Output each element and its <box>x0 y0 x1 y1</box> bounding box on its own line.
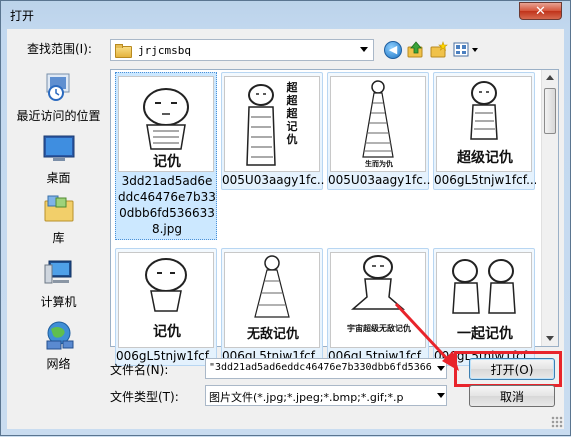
file-name: 005U03aagy1fc... <box>222 173 324 187</box>
thumbnail: 超级记仇 <box>436 76 532 172</box>
thumbnail: 超超超记仇 <box>224 76 320 172</box>
place-label: 库 <box>52 231 65 245</box>
thumbnail-caption: 记仇 <box>153 154 181 170</box>
place-label: 计算机 <box>40 295 77 309</box>
place-libraries[interactable]: 库 <box>7 193 110 246</box>
new-folder-icon[interactable] <box>430 41 448 59</box>
file-name: 006gL5tnjw1fcf... <box>434 173 536 187</box>
file-item[interactable]: 一起记仇 006gL5tnjw1fcf... <box>433 248 536 366</box>
look-in-combo[interactable]: jrjcmsbq <box>110 39 374 61</box>
place-network[interactable]: 网络 <box>7 319 110 372</box>
thumbnail: 记仇 <box>118 252 214 348</box>
file-item[interactable]: 超级记仇 006gL5tnjw1fcf... <box>433 72 536 190</box>
place-label: 网络 <box>46 357 71 371</box>
file-name: 3dd21ad5ad6eddc46476e7b330dbb6fd5366338.… <box>118 174 216 236</box>
chevron-down-icon[interactable] <box>437 393 445 398</box>
thumbnail-caption: 记仇 <box>153 324 181 340</box>
places-bar: 最近访问的位置 桌面 库 计算机 网络 <box>7 69 110 371</box>
place-label: 最近访问的位置 <box>16 109 101 123</box>
place-desktop[interactable]: 桌面 <box>7 133 110 186</box>
vertical-scrollbar[interactable] <box>541 70 558 346</box>
libraries-icon <box>44 195 73 222</box>
thumbnail-caption: 一起记仇 <box>457 326 513 342</box>
open-file-dialog: 打开 ✕ 查找范围(I): jrjcmsbq ◀ 最近访问的位置 桌面 库 计算… <box>0 0 571 436</box>
up-folder-icon[interactable] <box>407 41 425 59</box>
thumbnail: 无敌记仇 <box>224 252 320 348</box>
resize-grip[interactable] <box>551 416 563 428</box>
file-item[interactable]: 宇宙超级无敌记仇 006gL5tnjw1fcf... <box>327 248 430 366</box>
thumbnail-caption: 无敌记仇 <box>246 327 299 342</box>
desktop-icon <box>43 135 74 161</box>
thumbnail: 宇宙超级无敌记仇 <box>330 252 426 348</box>
thumbnail: 生而为仇 <box>330 76 426 172</box>
file-item[interactable]: 生而为仇 005U03aagy1fc... <box>327 72 430 190</box>
thumbnail-caption: 超级记仇 <box>457 150 513 166</box>
thumbnail: 记仇 <box>118 76 214 172</box>
look-in-value: jrjcmsbq <box>138 43 191 57</box>
place-label: 桌面 <box>46 171 71 185</box>
back-button[interactable]: ◀ <box>384 41 402 59</box>
meme-thumbnail-image <box>246 84 276 166</box>
network-icon <box>46 321 73 350</box>
place-recent[interactable]: 最近访问的位置 <box>7 71 110 124</box>
recent-places-icon <box>46 73 69 101</box>
scroll-up-icon[interactable] <box>546 75 554 80</box>
file-item[interactable]: 超超超记仇 005U03aagy1fc... <box>221 72 324 190</box>
filename-label: 文件名(N): <box>110 363 169 377</box>
place-computer[interactable]: 计算机 <box>7 257 110 310</box>
file-item[interactable]: 记仇 3dd21ad5ad6eddc46476e7b330dbb6fd53663… <box>115 72 217 240</box>
close-button[interactable]: ✕ <box>519 2 562 20</box>
thumbnail-caption: 生而为仇 <box>365 160 393 168</box>
chevron-down-icon[interactable] <box>437 366 445 371</box>
dialog-body: 查找范围(I): jrjcmsbq ◀ 最近访问的位置 桌面 库 计算机 网络 … <box>7 29 564 429</box>
window-title: 打开 <box>10 9 35 23</box>
folder-icon <box>115 44 132 58</box>
chevron-down-icon[interactable] <box>360 47 368 52</box>
file-list[interactable]: 记仇 3dd21ad5ad6eddc46476e7b330dbb6fd53663… <box>110 69 559 366</box>
thumbnail: 一起记仇 <box>436 252 532 348</box>
file-name: 005U03aagy1fc... <box>328 173 430 187</box>
meme-thumbnail-image <box>362 80 394 158</box>
thumbnail-caption: 超超超记仇 <box>286 81 298 146</box>
file-item[interactable]: 无敌记仇 006gL5tnjw1fcf... <box>221 248 324 366</box>
filetype-select[interactable]: 图片文件(*.jpg;*.jpeg;*.bmp;*.gif;*.p <box>205 385 447 406</box>
cancel-button[interactable]: 取消 <box>469 385 555 407</box>
scroll-down-icon[interactable] <box>546 336 554 341</box>
filetype-label: 文件类型(T): <box>110 390 179 404</box>
thumbnail-caption: 宇宙超级无敌记仇 <box>347 324 411 333</box>
look-in-label: 查找范围(I): <box>27 42 92 56</box>
file-item[interactable]: 记仇 006gL5tnjw1fcf... <box>115 248 218 366</box>
filename-input[interactable]: "3dd21ad5ad6eddc46476e7b330dbb6fd5366 <box>205 358 447 379</box>
computer-icon <box>44 260 71 284</box>
view-menu-icon[interactable] <box>453 41 481 59</box>
open-button[interactable]: 打开(O) <box>469 358 555 380</box>
scroll-thumb[interactable] <box>544 88 556 134</box>
title-bar: 打开 ✕ <box>1 1 570 29</box>
